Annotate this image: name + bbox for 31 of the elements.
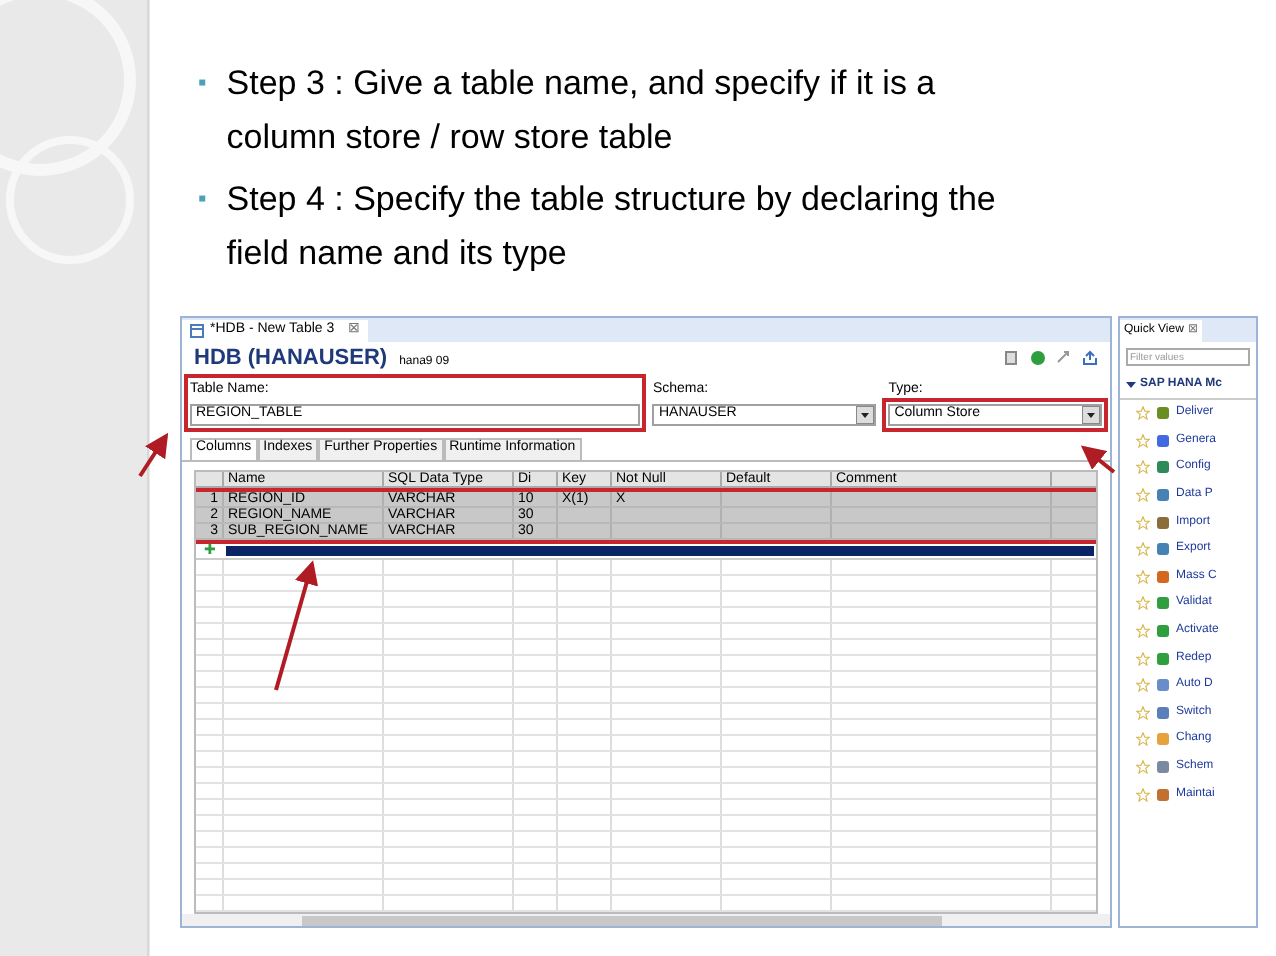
table-icon (190, 324, 204, 338)
bullet-text: Step 4 : Specify the table structure by declaring the field name and its type (226, 178, 998, 276)
horizontal-scrollbar[interactable] (182, 914, 1110, 926)
editor-title: HDB (HANAUSER) (194, 343, 388, 374)
star-icon[interactable] (1136, 760, 1150, 775)
run-icon[interactable] (1030, 350, 1046, 366)
star-icon[interactable] (1136, 406, 1150, 421)
star-icon[interactable] (1136, 651, 1150, 666)
scrollbar-thumb[interactable] (302, 915, 942, 925)
dropdown-arrow-icon[interactable] (1082, 405, 1100, 423)
star-icon[interactable] (1136, 787, 1150, 802)
star-icon[interactable] (1136, 732, 1150, 747)
bullet-marker: ▪ (198, 182, 207, 216)
star-icon[interactable] (1136, 678, 1150, 693)
star-icon[interactable] (1136, 460, 1150, 475)
export-icon[interactable] (1082, 350, 1098, 366)
star-icon[interactable] (1136, 569, 1150, 584)
star-icon[interactable] (1136, 705, 1150, 720)
star-icon[interactable] (1136, 488, 1150, 503)
star-icon[interactable] (1136, 542, 1150, 557)
arrow (138, 432, 169, 478)
bullet-marker: ▪ (198, 66, 207, 100)
arrow (1080, 445, 1116, 474)
dropdown-arrow-icon[interactable] (856, 405, 875, 423)
arrow (274, 560, 319, 691)
star-icon[interactable] (1136, 624, 1150, 639)
star-icon[interactable] (1136, 433, 1150, 448)
expand-icon[interactable] (1126, 380, 1136, 390)
bullet-text: Step 3 : Give a table name, and specify if it is a column store / row store table (226, 62, 938, 160)
star-icon[interactable] (1136, 596, 1150, 611)
star-icon[interactable] (1136, 515, 1150, 530)
